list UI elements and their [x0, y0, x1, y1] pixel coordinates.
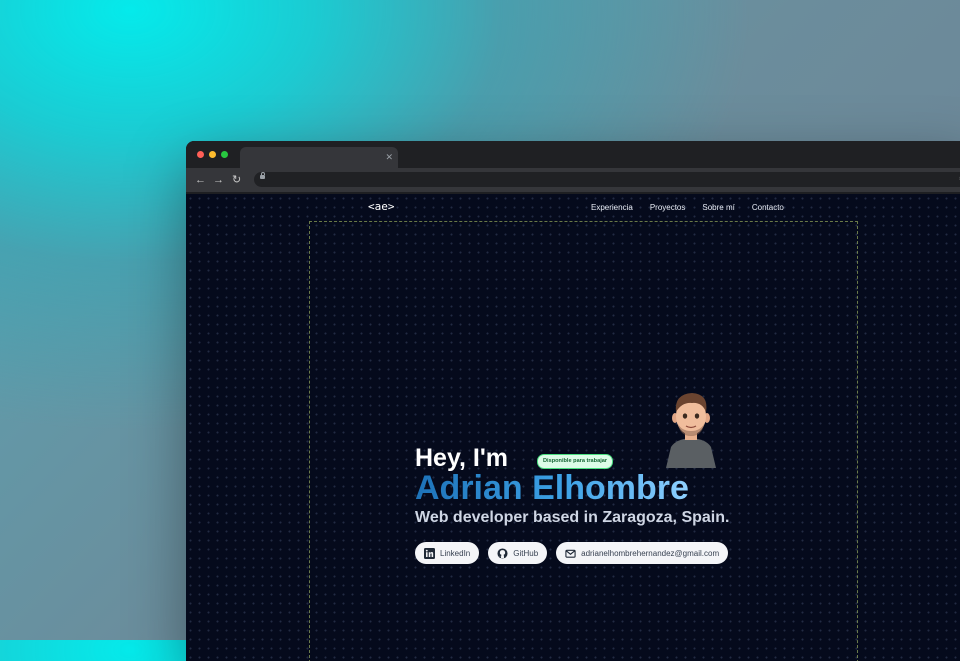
hero-subtitle: Web developer based in Zaragoza, Spain. [415, 509, 730, 526]
forward-arrow-icon[interactable]: → [213, 172, 224, 188]
maximize-window-button[interactable] [221, 151, 228, 158]
nav-link-proyectos[interactable]: Proyectos [650, 203, 686, 212]
site-logo[interactable]: <ae> [368, 200, 395, 213]
avatar-image [666, 393, 716, 468]
lock-icon [260, 172, 265, 179]
site-header: <ae> Experiencia Proyectos Sobre mí Cont… [186, 194, 960, 220]
back-arrow-icon[interactable]: ← [195, 172, 206, 188]
minimize-window-button[interactable] [209, 151, 216, 158]
reload-icon[interactable]: ↻ [232, 172, 241, 188]
email-button[interactable]: adrianelhombrehernandez@gmail.com [556, 542, 729, 564]
hero-name: Adrian Elhombre [415, 469, 689, 507]
linkedin-icon [424, 547, 435, 559]
browser-toolbar: ← → ↻ ◌ [186, 168, 960, 192]
linkedin-label: LinkedIn [440, 548, 471, 558]
nav-link-contacto[interactable]: Contacto [752, 203, 784, 212]
mail-icon [565, 549, 576, 558]
site-nav: Experiencia Proyectos Sobre mí Contacto [591, 203, 784, 212]
browser-window: ✕ ← → ↻ ◌ <ae> Experiencia Proyectos Sob… [186, 141, 960, 661]
nav-link-sobre-mi[interactable]: Sobre mí [702, 203, 734, 212]
close-tab-icon[interactable]: ✕ [385, 150, 393, 164]
nav-link-experiencia[interactable]: Experiencia [591, 203, 633, 212]
social-links: LinkedIn GitHub adrianelhombrehernandez@… [415, 542, 729, 564]
github-button[interactable]: GitHub [488, 542, 548, 564]
address-bar[interactable]: ◌ [254, 172, 960, 187]
title-bar: ✕ [186, 141, 960, 168]
github-label: GitHub [513, 548, 539, 558]
github-icon [497, 547, 508, 559]
page-viewport: <ae> Experiencia Proyectos Sobre mí Cont… [186, 194, 960, 661]
close-window-button[interactable] [197, 151, 204, 158]
email-label: adrianelhombrehernandez@gmail.com [581, 548, 720, 558]
content-frame-outline [309, 221, 858, 661]
browser-tab[interactable]: ✕ [240, 147, 398, 168]
linkedin-button[interactable]: LinkedIn [415, 542, 480, 564]
availability-badge: Disponible para trabajar [537, 454, 614, 469]
